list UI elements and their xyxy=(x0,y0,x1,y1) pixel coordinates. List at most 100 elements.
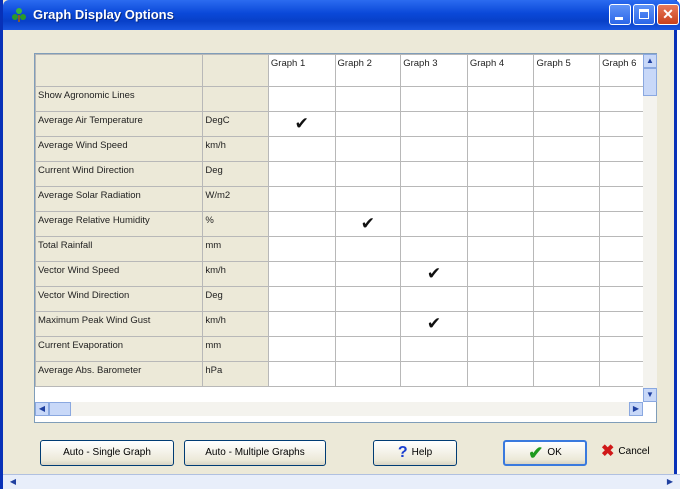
vertical-scrollbar[interactable]: ▲ ▼ xyxy=(643,54,657,402)
table-row: Total Rainfall mm xyxy=(35,236,656,262)
row-label: Average Air Temperature xyxy=(35,111,204,137)
graph-cell[interactable] xyxy=(267,211,336,237)
graph-cell[interactable] xyxy=(466,261,535,287)
scroll-up-icon[interactable]: ▲ xyxy=(643,54,657,68)
graph-cell[interactable] xyxy=(533,286,601,312)
row-unit: km/h xyxy=(202,136,269,162)
scroll-left-icon[interactable]: ◀ xyxy=(35,402,49,416)
graph-cell[interactable] xyxy=(334,286,402,312)
graph-cell[interactable] xyxy=(334,311,402,337)
row-unit: mm xyxy=(202,236,269,262)
row-label: Current Evaporation xyxy=(35,336,204,362)
graph-cell[interactable] xyxy=(334,136,402,162)
table-row: Maximum Peak Wind Gust km/h ✔ xyxy=(35,311,656,337)
graph-cell[interactable] xyxy=(334,236,402,262)
graph-cell[interactable] xyxy=(267,261,336,287)
horizontal-scroll-thumb[interactable] xyxy=(49,402,71,416)
graph-cell[interactable] xyxy=(400,136,468,162)
column-header-graph-5[interactable]: Graph 5 xyxy=(533,54,601,87)
graph-cell[interactable] xyxy=(400,286,468,312)
minimize-button[interactable] xyxy=(609,4,631,25)
bottom-scroll-left-icon[interactable]: ◀ xyxy=(7,476,19,488)
checkmark-icon: ✔ xyxy=(528,443,544,463)
ok-button[interactable]: ✔ OK xyxy=(503,440,587,466)
graph-cell[interactable] xyxy=(400,86,468,112)
graph-cell[interactable] xyxy=(533,161,601,187)
row-label: Vector Wind Direction xyxy=(35,286,204,312)
graph-cell[interactable] xyxy=(466,136,535,162)
scroll-right-icon[interactable]: ▶ xyxy=(629,402,643,416)
graph-cell[interactable] xyxy=(334,111,402,137)
window-bottom-scrollbar[interactable]: ◀ ▶ xyxy=(3,474,680,489)
graph-cell[interactable] xyxy=(400,336,468,362)
graph-cell[interactable] xyxy=(267,336,336,362)
graph-cell[interactable] xyxy=(334,86,402,112)
graph-cell[interactable] xyxy=(267,86,336,112)
graph-cell[interactable] xyxy=(267,161,336,187)
graph-cell[interactable] xyxy=(267,286,336,312)
graph-cell[interactable] xyxy=(533,186,601,212)
horizontal-scrollbar[interactable]: ◀ ▶ xyxy=(35,402,643,416)
graph-cell[interactable] xyxy=(400,111,468,137)
graph-cell[interactable] xyxy=(267,236,336,262)
graph-cell[interactable] xyxy=(334,361,402,387)
graph-cell[interactable] xyxy=(334,336,402,362)
graph-cell[interactable] xyxy=(466,286,535,312)
table-row: Average Wind Speed km/h xyxy=(35,136,656,162)
graph-cell[interactable] xyxy=(400,236,468,262)
graph-cell[interactable] xyxy=(267,136,336,162)
column-header-graph-3[interactable]: Graph 3 xyxy=(400,54,468,87)
table-row: Average Solar Radiation W/m2 xyxy=(35,186,656,212)
graph-cell[interactable] xyxy=(533,86,601,112)
title-bar[interactable]: Graph Display Options ✕ xyxy=(3,0,680,30)
bottom-scroll-right-icon[interactable]: ▶ xyxy=(664,476,676,488)
graph-cell[interactable] xyxy=(466,336,535,362)
graph-cell[interactable] xyxy=(533,211,601,237)
graph-cell[interactable] xyxy=(466,236,535,262)
graph-cell[interactable] xyxy=(334,186,402,212)
scroll-down-icon[interactable]: ▼ xyxy=(643,388,657,402)
graph-cell[interactable] xyxy=(466,111,535,137)
column-header-graph-1[interactable]: Graph 1 xyxy=(267,54,336,87)
graph-cell[interactable] xyxy=(334,161,402,187)
maximize-button[interactable] xyxy=(633,4,655,25)
graph-cell[interactable] xyxy=(466,186,535,212)
graph-cell[interactable] xyxy=(533,261,601,287)
graph-cell[interactable] xyxy=(267,186,336,212)
help-button[interactable]: ? Help xyxy=(373,440,457,466)
unit-header-cell xyxy=(202,54,269,87)
graph-cell[interactable] xyxy=(533,136,601,162)
row-label: Vector Wind Speed xyxy=(35,261,204,287)
graph-cell[interactable] xyxy=(533,336,601,362)
question-mark-icon: ? xyxy=(397,444,408,461)
graph-cell[interactable] xyxy=(466,311,535,337)
graph-cell[interactable]: ✔ xyxy=(267,111,336,137)
graph-cell[interactable] xyxy=(400,161,468,187)
column-header-graph-4[interactable]: Graph 4 xyxy=(466,54,535,87)
graph-cell[interactable] xyxy=(466,361,535,387)
graph-cell[interactable] xyxy=(466,161,535,187)
vertical-scroll-thumb[interactable] xyxy=(643,68,657,96)
graph-cell[interactable] xyxy=(533,361,601,387)
auto-single-graph-button[interactable]: Auto - Single Graph xyxy=(40,440,174,466)
graph-cell[interactable]: ✔ xyxy=(334,211,402,237)
graph-cell[interactable]: ✔ xyxy=(400,311,468,337)
graph-cell[interactable] xyxy=(533,111,601,137)
graph-cell[interactable] xyxy=(267,311,336,337)
maximize-icon xyxy=(639,9,649,19)
graph-cell[interactable] xyxy=(466,86,535,112)
header-row: Graph 1 Graph 2 Graph 3 Graph 4 Graph 5 Graph… xyxy=(35,54,656,87)
column-header-graph-2[interactable]: Graph 2 xyxy=(334,54,402,87)
graph-cell[interactable] xyxy=(533,311,601,337)
close-button[interactable]: ✕ xyxy=(657,4,679,25)
graph-cell[interactable]: ✔ xyxy=(400,261,468,287)
graph-cell[interactable] xyxy=(400,186,468,212)
graph-cell[interactable] xyxy=(533,236,601,262)
graph-cell[interactable] xyxy=(400,211,468,237)
graph-cell[interactable] xyxy=(334,261,402,287)
graph-cell[interactable] xyxy=(466,211,535,237)
cancel-button[interactable]: ✖ Cancel xyxy=(601,440,681,466)
graph-cell[interactable] xyxy=(400,361,468,387)
graph-cell[interactable] xyxy=(267,361,336,387)
auto-multiple-graphs-button[interactable]: Auto - Multiple Graphs xyxy=(184,440,326,466)
